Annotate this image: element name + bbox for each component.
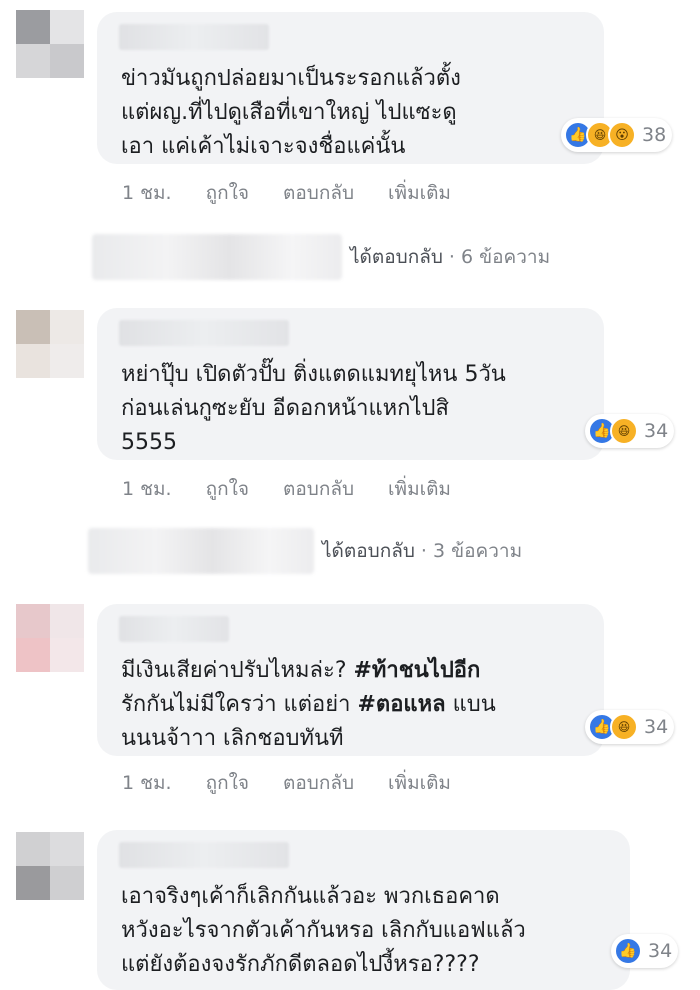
like-button[interactable]: ถูกใจ xyxy=(206,768,249,798)
reaction-count: 34 xyxy=(648,940,673,962)
reactions-summary[interactable]: 👍 😆 34 xyxy=(585,414,675,448)
haha-icon: 😆 xyxy=(610,417,638,445)
wow-icon: 😮 xyxy=(608,121,636,149)
comment-text: หย่าปุ๊บ เปิดตัวปั๊บ ติ่งแตดแมทยุไหน 5วั… xyxy=(121,362,506,455)
hashtag-link[interactable]: #ท้าชนไปอีก xyxy=(354,658,481,683)
comment-actions: 1 ชม. ถูกใจ ตอบกลับ เพิ่มเติม xyxy=(122,474,485,504)
replier-avatars-redacted xyxy=(92,234,342,280)
replies-count: · 6 ข้อความ xyxy=(448,246,551,268)
hashtag-link[interactable]: #ตอแหล xyxy=(357,692,445,717)
comment-bubble: ข่าวมันถูกปล่อยมาเป็นระรอกแล้วตั้ง แต่ผญ… xyxy=(97,12,604,164)
comment-actions: 1 ชม. ถูกใจ ตอบกลับ เพิ่มเติม xyxy=(122,768,485,798)
comment-actions: 1 ชม. ถูกใจ ตอบกลับ เพิ่มเติม xyxy=(122,178,485,208)
author-name-redacted[interactable] xyxy=(119,24,269,50)
comment-bubble: เอาจริงๆเค้าก็เลิกกันแล้วอะ พวกเธอคาด หว… xyxy=(97,830,630,990)
author-name-redacted[interactable] xyxy=(119,320,289,346)
reactions-summary[interactable]: 👍 😆 34 xyxy=(585,710,675,744)
like-button[interactable]: ถูกใจ xyxy=(206,474,249,504)
replies-count: · 3 ข้อความ xyxy=(420,540,523,562)
avatar[interactable] xyxy=(16,604,84,672)
avatar[interactable] xyxy=(16,832,84,900)
reply-button[interactable]: ตอบกลับ xyxy=(283,178,354,208)
author-name-redacted[interactable] xyxy=(119,842,289,868)
like-icon: 👍 xyxy=(614,937,642,965)
reaction-count: 38 xyxy=(642,124,667,146)
more-button[interactable]: เพิ่มเติม xyxy=(388,768,451,798)
avatar[interactable] xyxy=(16,10,84,78)
replies-label: ได้ตอบกลับ xyxy=(350,246,443,268)
comment-text: ข่าวมันถูกปล่อยมาเป็นระรอกแล้วตั้ง แต่ผญ… xyxy=(121,66,461,159)
like-button[interactable]: ถูกใจ xyxy=(206,178,249,208)
more-button[interactable]: เพิ่มเติม xyxy=(388,178,451,208)
timestamp[interactable]: 1 ชม. xyxy=(122,474,172,504)
timestamp[interactable]: 1 ชม. xyxy=(122,178,172,208)
view-replies-link[interactable]: ได้ตอบกลับ · 6 ข้อความ xyxy=(92,234,550,280)
comment-bubble: มีเงินเสียค่าปรับไหมล่ะ? #ท้าชนไปอีก รัก… xyxy=(97,604,604,756)
timestamp[interactable]: 1 ชม. xyxy=(122,768,172,798)
more-button[interactable]: เพิ่มเติม xyxy=(388,474,451,504)
haha-icon: 😆 xyxy=(610,713,638,741)
author-name-redacted[interactable] xyxy=(119,616,229,642)
reaction-count: 34 xyxy=(644,716,669,738)
avatar[interactable] xyxy=(16,310,84,378)
reactions-summary[interactable]: 👍 34 xyxy=(611,934,679,968)
replier-avatars-redacted xyxy=(88,528,314,574)
replies-label: ได้ตอบกลับ xyxy=(322,540,415,562)
reply-button[interactable]: ตอบกลับ xyxy=(283,474,354,504)
reply-button[interactable]: ตอบกลับ xyxy=(283,768,354,798)
reaction-count: 34 xyxy=(644,420,669,442)
reactions-summary[interactable]: 👍 😆 😮 38 xyxy=(561,118,673,152)
comment-text: เอาจริงๆเค้าก็เลิกกันแล้วอะ พวกเธอคาด หว… xyxy=(121,884,526,977)
comment-text: มีเงินเสียค่าปรับไหมล่ะ? #ท้าชนไปอีก รัก… xyxy=(121,658,496,751)
comment-bubble: หย่าปุ๊บ เปิดตัวปั๊บ ติ่งแตดแมทยุไหน 5วั… xyxy=(97,308,604,460)
view-replies-link[interactable]: ได้ตอบกลับ · 3 ข้อความ xyxy=(88,528,522,574)
